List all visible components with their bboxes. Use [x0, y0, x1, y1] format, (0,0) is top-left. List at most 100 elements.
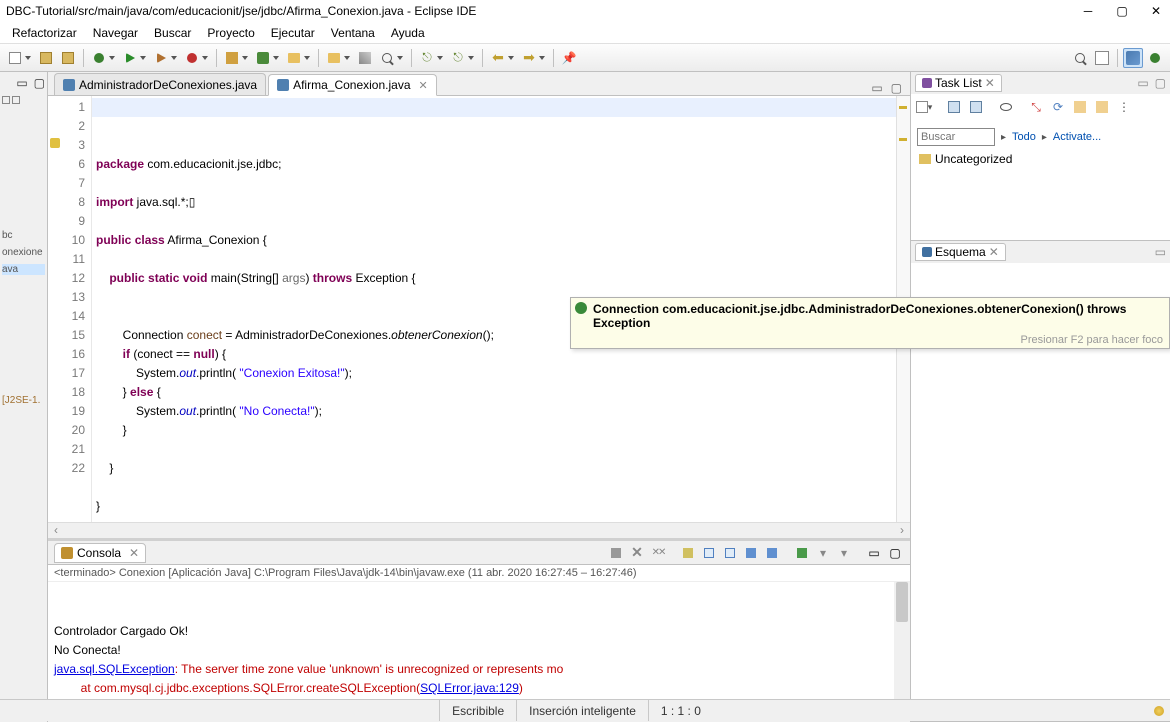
expand-arrow-icon[interactable]: ▸ — [1042, 132, 1047, 143]
open-task-button[interactable] — [355, 48, 375, 68]
remove-launch-button[interactable]: ✕ — [628, 544, 646, 562]
maximize-view-button[interactable]: ▢ — [34, 76, 45, 90]
wrap-icon — [725, 548, 735, 558]
scroll-lock-icon — [704, 548, 714, 558]
maximize-button[interactable]: ▢ — [1114, 4, 1130, 18]
pin-button[interactable]: 📌 — [559, 48, 579, 68]
pin-console-button[interactable] — [793, 544, 811, 562]
show-console-err-button[interactable] — [763, 544, 781, 562]
close-console-button[interactable]: ✕ — [129, 546, 139, 560]
scroll-lock-button[interactable] — [700, 544, 718, 562]
nav-back-button[interactable]: ⬅ — [488, 48, 508, 68]
close-view-button[interactable]: ✕ — [989, 245, 999, 259]
tip-of-day-icon[interactable] — [1154, 706, 1164, 716]
debug-button[interactable] — [89, 48, 109, 68]
categorize-button[interactable] — [945, 98, 963, 116]
scroll-right-button[interactable]: › — [894, 523, 910, 538]
editor-tab-active[interactable]: Afirma_Conexion.java ✕ — [268, 74, 437, 96]
new-class-button[interactable] — [253, 48, 273, 68]
task-list-tab[interactable]: Task List ✕ — [915, 74, 1002, 92]
quick-access-button[interactable] — [1070, 48, 1090, 68]
toggle-button[interactable]: ⎋ — [417, 48, 437, 68]
console-tab-bar: Consola ✕ ✕ ✕✕ ▾ ▾ — [48, 541, 910, 565]
word-wrap-button[interactable] — [721, 544, 739, 562]
menu-refactor[interactable]: Refactorizar — [4, 24, 85, 42]
focus-button[interactable] — [997, 98, 1015, 116]
clear-icon — [683, 548, 693, 558]
scrollbar-thumb[interactable] — [896, 582, 908, 622]
display-console-button[interactable]: ▾ — [814, 544, 832, 562]
minimize-editor-button[interactable]: ▭ — [871, 81, 882, 95]
save-all-button[interactable] — [58, 48, 78, 68]
minimize-button[interactable]: ─ — [1080, 4, 1096, 18]
run-button[interactable] — [120, 48, 140, 68]
folder-icon — [288, 53, 300, 63]
task-search-input[interactable] — [917, 128, 995, 146]
nav-fwd-button[interactable]: ➡ — [519, 48, 539, 68]
main-toolbar: ⎋ ⎋ ⬅ ➡ 📌 — [0, 44, 1170, 72]
remove-all-button[interactable]: ✕✕ — [649, 544, 667, 562]
console-output[interactable]: Controlador Cargado Ok!No Conecta!java.s… — [48, 582, 910, 706]
maximize-editor-button[interactable]: ▢ — [891, 81, 902, 95]
menu-navigate[interactable]: Navegar — [85, 24, 146, 42]
synchronize-button[interactable]: ⟳ — [1049, 98, 1067, 116]
new-task-button[interactable]: ▾ — [915, 98, 933, 116]
console-tab[interactable]: Consola ✕ — [54, 543, 146, 563]
outline-tab[interactable]: Esquema ✕ — [915, 243, 1006, 261]
menu-help[interactable]: Ayuda — [383, 24, 433, 42]
separator — [1117, 49, 1118, 67]
warning-marker[interactable] — [899, 138, 907, 141]
close-tab-button[interactable]: ✕ — [419, 79, 428, 92]
java-perspective-button[interactable] — [1123, 48, 1143, 68]
menu-run[interactable]: Ejecutar — [263, 24, 323, 42]
filter-button[interactable] — [1093, 98, 1111, 116]
debug-perspective-button[interactable] — [1145, 48, 1165, 68]
minimize-view-button[interactable]: ▭ — [1137, 76, 1148, 90]
open-type-button[interactable] — [324, 48, 344, 68]
restore-view-button[interactable]: ▭ — [16, 76, 27, 90]
maximize-view-button[interactable]: ▢ — [1155, 76, 1166, 90]
out-icon — [746, 548, 756, 558]
menu-search[interactable]: Buscar — [146, 24, 199, 42]
hide-button[interactable] — [1071, 98, 1089, 116]
mini-icon[interactable] — [12, 96, 20, 104]
editor-tab[interactable]: AdministradorDeConexiones.java — [54, 73, 266, 95]
separator — [216, 49, 217, 67]
java-file-icon — [277, 79, 289, 91]
close-button[interactable]: ✕ — [1148, 4, 1164, 18]
open-console-button[interactable]: ▾ — [835, 544, 853, 562]
menu-project[interactable]: Proyecto — [199, 24, 262, 42]
show-console-out-button[interactable] — [742, 544, 760, 562]
activate-link[interactable]: Activate... — [1053, 131, 1101, 143]
filter-all-link[interactable]: Todo — [1012, 131, 1036, 143]
console-tab-label: Consola — [77, 546, 121, 560]
terminate-button[interactable] — [607, 544, 625, 562]
coverage-button[interactable] — [151, 48, 171, 68]
close-view-button[interactable]: ✕ — [985, 76, 995, 90]
menu-window[interactable]: Ventana — [323, 24, 383, 42]
schedule-button[interactable] — [967, 98, 985, 116]
search-button[interactable] — [377, 48, 397, 68]
collapse-button[interactable]: ⤡ — [1027, 98, 1045, 116]
new-package-button[interactable] — [222, 48, 242, 68]
new-folder-button[interactable] — [284, 48, 304, 68]
clear-console-button[interactable] — [679, 544, 697, 562]
editor-h-scrollbar[interactable]: ‹ › — [48, 522, 910, 538]
annotation-button[interactable]: ⎋ — [448, 48, 468, 68]
mini-icon[interactable] — [2, 96, 10, 104]
new-button[interactable] — [5, 48, 25, 68]
scroll-left-button[interactable]: ‹ — [48, 523, 64, 538]
java-perspective-icon — [1126, 51, 1140, 65]
ext-tools-button[interactable] — [182, 48, 202, 68]
minimize-view-button[interactable]: ▭ — [1155, 245, 1166, 259]
open-perspective-button[interactable] — [1092, 48, 1112, 68]
minimize-console-button[interactable]: ▭ — [865, 544, 883, 562]
save-button[interactable] — [36, 48, 56, 68]
console-v-scrollbar[interactable] — [894, 582, 910, 706]
warning-marker[interactable] — [899, 106, 907, 109]
task-list-toolbar: ▾ ⤡ ⟳ ⋮ — [911, 94, 1170, 120]
expand-arrow-icon[interactable]: ▸ — [1001, 132, 1006, 143]
view-menu-button[interactable]: ⋮ — [1115, 98, 1133, 116]
task-category[interactable]: Uncategorized — [911, 148, 1170, 170]
maximize-console-button[interactable]: ▢ — [886, 544, 904, 562]
